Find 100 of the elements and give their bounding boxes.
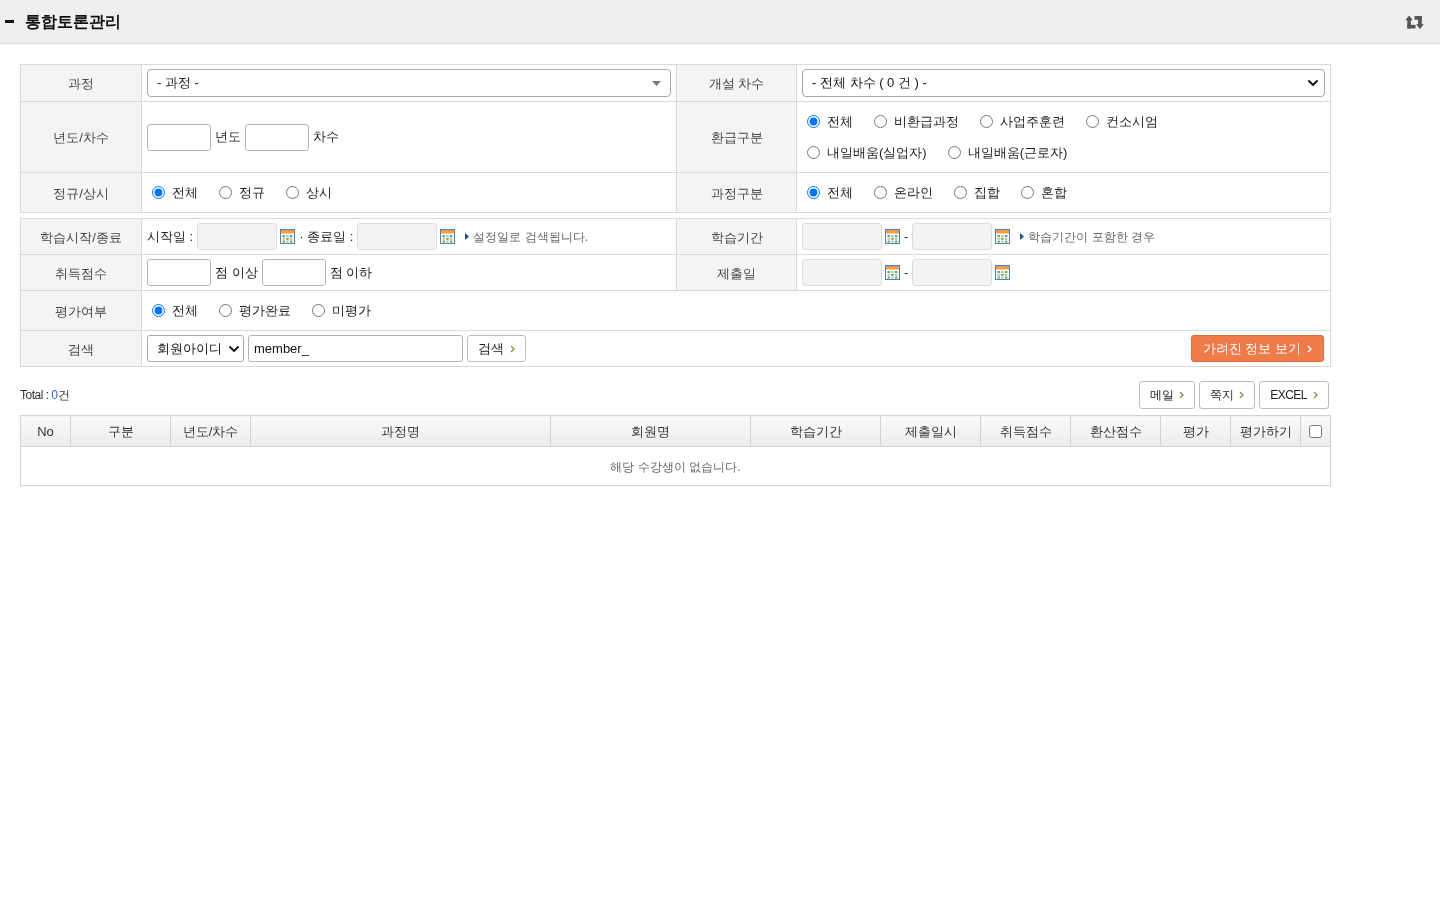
field-text: 시작일 : [147,227,194,246]
column-header: 평가하기 [1239,424,1292,439]
calendar-icon[interactable] [885,265,900,280]
field-label: 정규/상시 [53,185,109,201]
field-label: 제출일 [717,265,756,281]
radio-button[interactable] [874,186,887,199]
column-header: 제출일시 [904,424,957,439]
radio-button[interactable] [947,146,961,159]
field-label: 과정구분 [710,185,763,201]
column-header: No [37,424,54,439]
radio-button[interactable] [152,186,165,199]
radio-label: 전체 [827,112,853,131]
hint-text: 설정일로 검색됩니다. [473,228,589,246]
input-field[interactable] [245,123,309,151]
calendar-icon[interactable] [995,229,1011,244]
radio-button[interactable] [807,186,820,199]
radio-button[interactable] [954,186,967,199]
dropdown[interactable]: - 전체 차수 ( 0 건 ) - [802,69,1325,97]
radio-label: 집합 [974,183,1000,202]
field-text: - [904,227,909,246]
action-button[interactable]: 메일 [1139,381,1196,409]
date-field[interactable] [197,223,278,250]
radio-label: 온라인 [894,183,933,202]
hint-text: 학습기간이 포함한 경우 [1028,228,1155,246]
date-field[interactable] [912,223,993,250]
radio-label: 사업주훈련 [1000,112,1065,131]
date-field[interactable] [802,259,882,286]
radio-label: 내일배움(실업자) [827,143,927,162]
radio-label: 혼합 [1041,183,1067,202]
action-button[interactable]: EXCEL [1259,381,1329,409]
field-text: 년도 [215,128,241,147]
radio-button[interactable] [807,115,820,128]
calendar-icon[interactable] [280,229,296,244]
field-label: 환급구분 [710,130,763,145]
column-header: 평가 [1182,424,1209,439]
date-field[interactable] [802,223,882,250]
field-text: 점 이상 [215,263,258,282]
radio-label: 정규 [239,183,265,202]
page-title: 통합토론관리 [25,11,121,32]
input-field[interactable] [261,259,326,286]
field-label: 년도/차수 [53,130,109,145]
chevron-right-icon [510,344,515,353]
field-label: 과정 [68,76,94,91]
column-header: 년도/차수 [182,424,239,439]
column-header: 환산점수 [1089,424,1142,439]
triangle-right-icon [1020,233,1025,240]
radio-button[interactable] [980,115,993,128]
chevron-right-icon [1179,391,1185,399]
radio-label: 미평가 [332,301,371,320]
field-text: 차수 [313,128,339,147]
caret-down-icon [652,80,661,86]
calendar-icon[interactable] [440,229,456,244]
radio-label: 내일배움(근로자) [967,143,1068,162]
radio-label: 평가완료 [239,301,291,320]
radio-button[interactable] [1086,115,1099,128]
column-header: 구분 [107,424,134,439]
column-header: 학습기간 [789,424,842,439]
radio-label: 전체 [827,183,853,202]
date-field[interactable] [357,223,438,250]
radio-button[interactable] [152,304,165,317]
radio-button[interactable] [807,146,820,159]
empty-message: 해당 수강생이 없습니다. [610,460,741,474]
chevron-right-icon [1239,391,1245,399]
column-header: 과정명 [381,424,420,439]
chevron-right-icon [1313,391,1318,399]
field-label: 평가여부 [55,303,107,319]
refresh-icon[interactable] [1403,13,1426,30]
radio-label: 전체 [172,183,198,202]
field-text: 점 이하 [329,263,373,282]
radio-button[interactable] [1021,186,1034,199]
dropdown[interactable]: - 과정 - [147,69,671,97]
column-header: 회원명 [631,424,670,439]
radio-label: 상시 [306,183,332,202]
radio-label: 전체 [172,301,198,320]
radio-label: 컨소시엄 [1106,112,1158,131]
field-label: 취득점수 [55,265,107,281]
radio-label: 비환급과정 [894,112,959,131]
field-label: 학습기간 [710,229,763,245]
search-field[interactable]: member_ [248,335,463,362]
chevron-down-icon [1308,80,1318,86]
radio-button[interactable] [286,186,299,199]
radio-button[interactable] [312,304,325,317]
dropdown[interactable]: 회원아이디 [147,335,244,362]
field-text: · 종료일 : [299,227,354,246]
radio-button[interactable] [219,186,232,199]
field-label: 학습시작/종료 [40,229,122,245]
select-all-checkbox[interactable] [1309,425,1322,439]
input-field[interactable] [147,123,211,151]
calendar-icon[interactable] [885,229,900,244]
calendar-icon[interactable] [995,265,1011,280]
chevron-down-icon [229,345,239,352]
chevron-right-icon [1307,344,1312,353]
search-button[interactable]: 검색 [467,335,526,362]
radio-button[interactable] [219,304,232,317]
field-label: 개설 차수 [708,76,765,91]
date-field[interactable] [912,259,993,286]
radio-button[interactable] [874,115,887,128]
input-field[interactable] [147,259,211,286]
action-button[interactable]: 쪽지 [1199,381,1256,409]
triangle-right-icon [465,233,470,240]
